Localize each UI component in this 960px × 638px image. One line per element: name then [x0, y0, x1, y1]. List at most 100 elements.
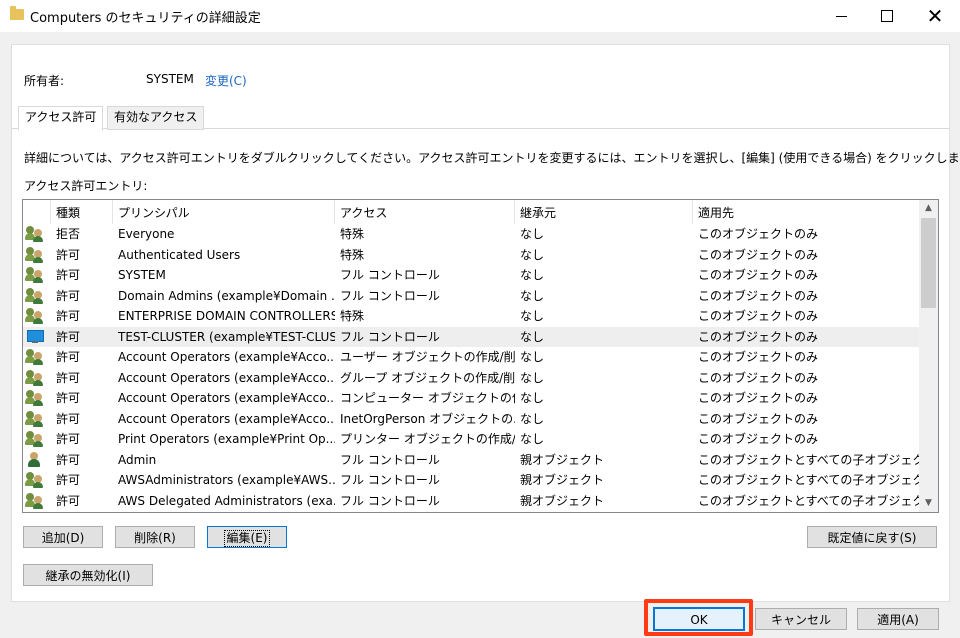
- row-access: InetOrgPerson オブジェクトの...: [340, 411, 515, 426]
- row-applies-to: このオブジェクトのみ: [698, 227, 819, 241]
- row-principal: SYSTEM: [118, 268, 166, 282]
- group-icon: [25, 492, 44, 509]
- tab-effective-access[interactable]: 有効なアクセス: [107, 106, 205, 130]
- row-access: コンピューター オブジェクトの作...: [340, 391, 515, 405]
- close-button[interactable]: ✕: [912, 0, 958, 32]
- row-principal: TEST-CLUSTER (example¥TEST-CLUS...: [118, 329, 335, 344]
- row-principal: Admin: [118, 452, 157, 467]
- restore-defaults-button[interactable]: 既定値に戻す(S): [807, 526, 937, 548]
- group-icon: [25, 226, 44, 242]
- row-applies-to: このオブジェクトのみ: [698, 370, 819, 385]
- group-icon: [25, 349, 44, 365]
- apply-button[interactable]: 適用(A): [857, 608, 939, 630]
- group-icon: [25, 390, 44, 406]
- table-row[interactable]: 許可 Account Operators (example¥Acco... Inet…: [23, 409, 919, 430]
- group-icon: [25, 431, 44, 447]
- row-type: 許可: [56, 473, 81, 487]
- row-type: 許可: [56, 370, 81, 385]
- header-inherited-from[interactable]: 継承元: [515, 200, 693, 224]
- row-icon-cell: [23, 286, 51, 306]
- owner-label: 所有者:: [24, 74, 65, 88]
- group-icon: [25, 287, 44, 304]
- list-header: 種類 プリンシパル アクセス 継承元 適用先: [23, 200, 919, 224]
- row-applies-to: このオブジェクトのみ: [698, 411, 819, 426]
- header-principal[interactable]: プリンシパル: [113, 200, 335, 224]
- cancel-button[interactable]: キャンセル: [755, 608, 847, 630]
- disable-inheritance-button[interactable]: 継承の無効化(I): [23, 564, 153, 586]
- table-row[interactable]: 拒否 Everyone 特殊 なし このオブジェクトのみ: [23, 224, 919, 245]
- scroll-thumb[interactable]: [921, 218, 936, 308]
- row-type: 許可: [56, 329, 81, 344]
- maximize-button[interactable]: [864, 0, 910, 32]
- header-applies-to[interactable]: 適用先: [693, 200, 919, 224]
- row-inherited-from: 親オブジェクト: [520, 473, 605, 487]
- remove-button[interactable]: 削除(R): [115, 526, 195, 548]
- row-type: 許可: [56, 493, 81, 508]
- row-inherited-from: なし: [520, 309, 545, 323]
- change-owner-link[interactable]: 変更(C): [205, 72, 247, 89]
- header-type[interactable]: 種類: [51, 200, 113, 224]
- row-applies-to: このオブジェクトとすべての子オブジェクト: [698, 493, 919, 508]
- table-row[interactable]: 許可 SYSTEM フル コントロール なし このオブジェクトのみ: [23, 265, 919, 286]
- title-bar: Computers のセキュリティの詳細設定 ✕: [0, 0, 960, 32]
- table-row[interactable]: 許可 AWS Delegated Administrators (exa... フル…: [23, 491, 919, 512]
- vertical-scrollbar[interactable]: ▲ ▼: [919, 200, 938, 512]
- table-row[interactable]: 許可 Account Operators (example¥Acco... グループ…: [23, 368, 919, 389]
- row-icon-cell: [23, 368, 51, 388]
- group-icon: [25, 246, 44, 263]
- table-row[interactable]: 許可 Print Operators (example¥Print Op... プリ…: [23, 429, 919, 450]
- permission-entries-list[interactable]: 種類 プリンシパル アクセス 継承元 適用先 拒否 Everyone 特殊 なし このオ…: [22, 199, 939, 513]
- row-applies-to: このオブジェクトのみ: [698, 288, 819, 303]
- row-applies-to: このオブジェクトのみ: [698, 309, 819, 323]
- tab-permissions[interactable]: アクセス許可: [18, 106, 104, 131]
- ok-button[interactable]: OK: [653, 607, 745, 631]
- minimize-button[interactable]: [818, 0, 864, 32]
- row-icon-cell: [23, 306, 51, 326]
- group-icon: [25, 410, 44, 427]
- row-icon-cell: [23, 491, 51, 511]
- row-icon-cell: [23, 245, 51, 265]
- edit-button[interactable]: 編集(E): [207, 526, 287, 548]
- row-icon-cell: [23, 224, 51, 244]
- row-access: フル コントロール: [340, 493, 440, 508]
- computer-icon: [26, 329, 44, 345]
- table-row[interactable]: 許可 Account Operators (example¥Acco... ユーザー…: [23, 347, 919, 368]
- row-applies-to: このオブジェクトのみ: [698, 268, 819, 282]
- table-row[interactable]: 許可 Account Operators (example¥Acco... コンピュ…: [23, 388, 919, 409]
- table-row[interactable]: 許可 AWSAdministrators (example¥AWS... フル コン…: [23, 470, 919, 491]
- row-inherited-from: なし: [520, 391, 545, 405]
- row-icon-cell: [23, 429, 51, 449]
- scroll-down-icon[interactable]: ▼: [919, 495, 938, 512]
- row-type: 許可: [56, 411, 81, 426]
- row-applies-to: このオブジェクトのみ: [698, 432, 819, 446]
- row-principal: ENTERPRISE DOMAIN CONTROLLERS: [118, 309, 335, 323]
- row-applies-to: このオブジェクトのみ: [698, 391, 819, 405]
- table-row[interactable]: 許可 Admin フル コントロール 親オブジェクト このオブジェクトとすべての子オブジ…: [23, 450, 919, 471]
- row-principal: AWSAdministrators (example¥AWS...: [118, 473, 335, 487]
- instruction-text: 詳細については、アクセス許可エントリをダブルクリックしてください。アクセス許可エ…: [24, 151, 960, 165]
- row-applies-to: このオブジェクトのみ: [698, 247, 819, 262]
- owner-value: SYSTEM: [146, 72, 194, 86]
- header-access[interactable]: アクセス: [335, 200, 515, 224]
- row-access: グループ オブジェクトの作成/削除: [340, 370, 515, 385]
- scroll-up-icon[interactable]: ▲: [919, 200, 938, 217]
- row-type: 拒否: [56, 227, 81, 241]
- table-row[interactable]: 許可 Authenticated Users 特殊 なし このオブジェクトのみ: [23, 245, 919, 266]
- group-icon: [25, 369, 44, 386]
- row-principal: Account Operators (example¥Acco...: [118, 370, 335, 385]
- table-row[interactable]: 許可 TEST-CLUSTER (example¥TEST-CLUS... フル コ…: [23, 326, 919, 347]
- row-principal: Account Operators (example¥Acco...: [118, 411, 335, 426]
- row-access: フル コントロール: [340, 329, 440, 344]
- table-row[interactable]: 許可 ENTERPRISE DOMAIN CONTROLLERS 特殊 なし このオブジ…: [23, 306, 919, 327]
- group-icon: [25, 267, 44, 283]
- row-access: 特殊: [340, 309, 365, 323]
- row-inherited-from: なし: [520, 288, 545, 303]
- row-principal: Domain Admins (example¥Domain ...: [118, 288, 335, 303]
- row-principal: Account Operators (example¥Acco...: [118, 350, 335, 364]
- row-type: 許可: [56, 350, 81, 364]
- add-button[interactable]: 追加(D): [23, 526, 103, 548]
- row-type: 許可: [56, 432, 81, 446]
- row-icon-cell: [23, 327, 51, 347]
- table-row[interactable]: 許可 Domain Admins (example¥Domain ... フル コン…: [23, 286, 919, 307]
- edit-button-label: 編集(E): [223, 530, 271, 547]
